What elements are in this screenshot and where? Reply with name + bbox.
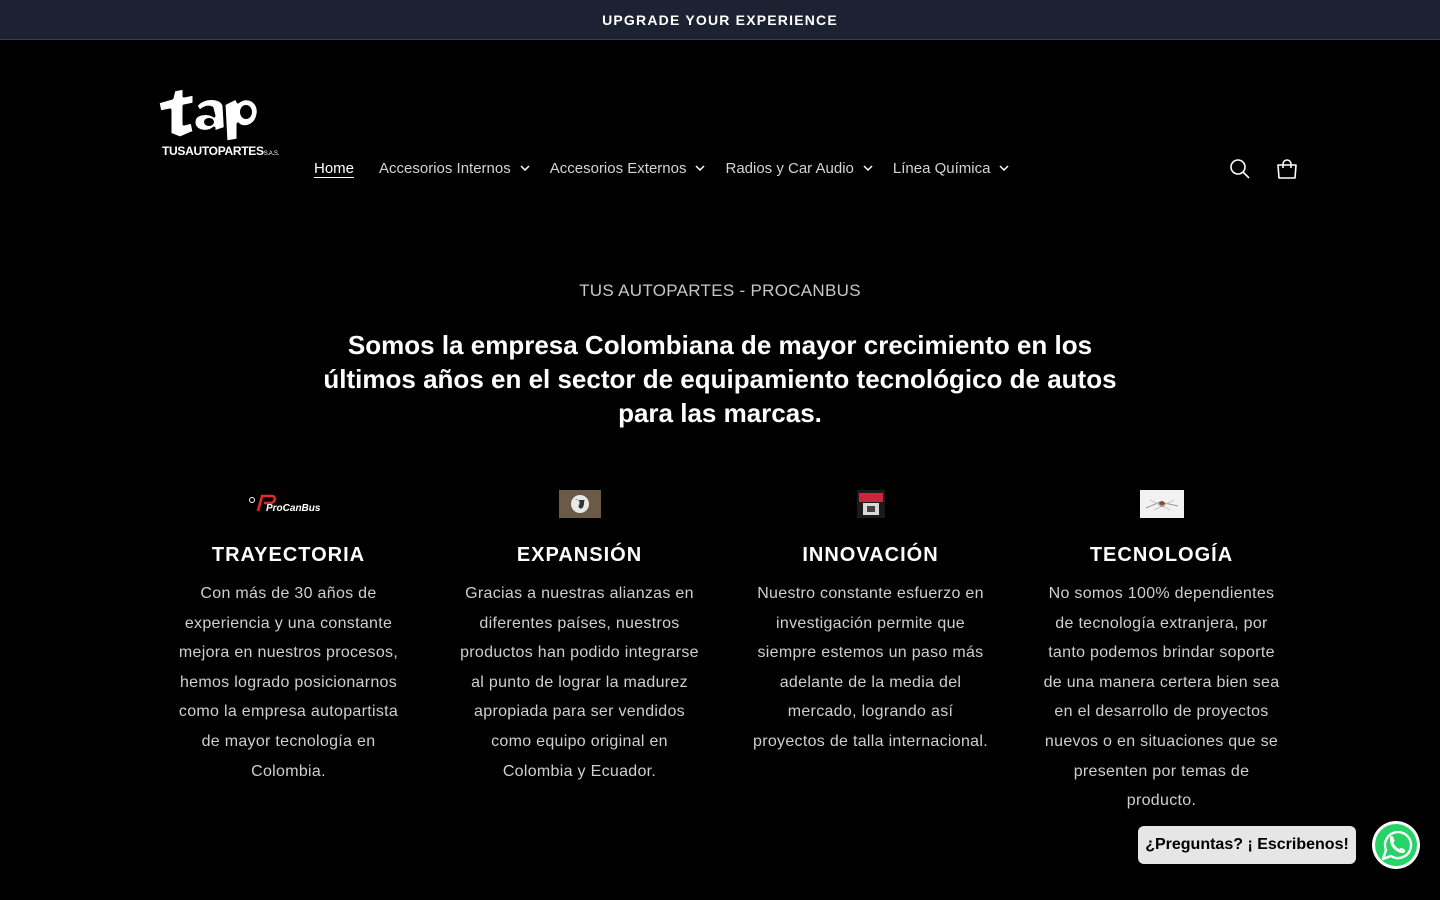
header-icons xyxy=(1227,156,1300,182)
feature-column-innovacion: INNOVACIÓN Nuestro constante esfuerzo en… xyxy=(725,490,1016,816)
nav-item-linea-quimica[interactable]: Línea Química xyxy=(893,160,1010,177)
main-nav: Home Accesorios Internos Accesorios Exte… xyxy=(314,158,1029,178)
column-title: INNOVACIÓN xyxy=(802,544,939,566)
column-text: No somos 100% dependientes de tecnología… xyxy=(1043,585,1280,810)
chevron-down-icon xyxy=(695,165,706,171)
chevron-down-icon xyxy=(999,165,1009,171)
column-text: Con más de 30 años de experiencia y una … xyxy=(178,585,399,780)
procanbus-logo-image: ProCanBus xyxy=(248,490,330,518)
chat-prompt-bubble[interactable]: ¿Preguntas? ¡ Escribenos! xyxy=(1138,826,1356,864)
feature-column-trayectoria: ProCanBus TRAYECTORIA Con más de 30 años… xyxy=(143,490,434,816)
chevron-down-icon xyxy=(863,165,873,171)
section-subheading: TUS AUTOPARTES - PROCANBUS xyxy=(579,281,861,300)
logo[interactable]: TUSAUTOPARTESS.A.S. xyxy=(152,84,279,164)
announcement-bar: UPGRADE YOUR EXPERIENCE xyxy=(0,0,1440,40)
logo-tagline: TUSAUTOPARTESS.A.S. xyxy=(162,144,279,158)
cart-icon[interactable] xyxy=(1274,156,1300,182)
column-title: TECNOLOGÍA xyxy=(1089,544,1234,566)
column-title: TRAYECTORIA xyxy=(211,544,366,566)
svg-text:ProCanBus: ProCanBus xyxy=(266,503,321,514)
feature-column-expansion: EXPANSIÓN Gracias a nuestras alianzas en… xyxy=(434,490,725,816)
column-text: Gracias a nuestras alianzas en diferente… xyxy=(460,585,699,780)
column-title: EXPANSIÓN xyxy=(516,544,643,566)
nav-item-home[interactable]: Home xyxy=(314,160,354,177)
feature-column-tecnologia: TECNOLOGÍA No somos 100% dependientes de… xyxy=(1016,490,1307,816)
logo-mark xyxy=(156,86,260,142)
whatsapp-icon[interactable] xyxy=(1371,820,1421,870)
chevron-down-icon xyxy=(520,165,530,171)
section-heading: Somos la empresa Colombiana de mayor cre… xyxy=(323,330,1117,428)
nav-item-accesorios-internos[interactable]: Accesorios Internos xyxy=(379,160,530,177)
globe-image xyxy=(558,490,601,518)
nav-item-radios-car-audio[interactable]: Radios y Car Audio xyxy=(725,160,873,177)
announcement-text: UPGRADE YOUR EXPERIENCE xyxy=(602,11,838,28)
technology-image xyxy=(1139,490,1184,518)
search-icon[interactable] xyxy=(1227,156,1253,182)
column-text: Nuestro constante esfuerzo en investigac… xyxy=(753,585,988,750)
nav-item-accesorios-externos[interactable]: Accesorios Externos xyxy=(550,160,706,177)
feature-columns: ProCanBus TRAYECTORIA Con más de 30 años… xyxy=(143,490,1307,816)
site-header: TUSAUTOPARTESS.A.S. Home Accesorios Inte… xyxy=(0,40,1440,220)
innovation-image xyxy=(856,490,885,518)
